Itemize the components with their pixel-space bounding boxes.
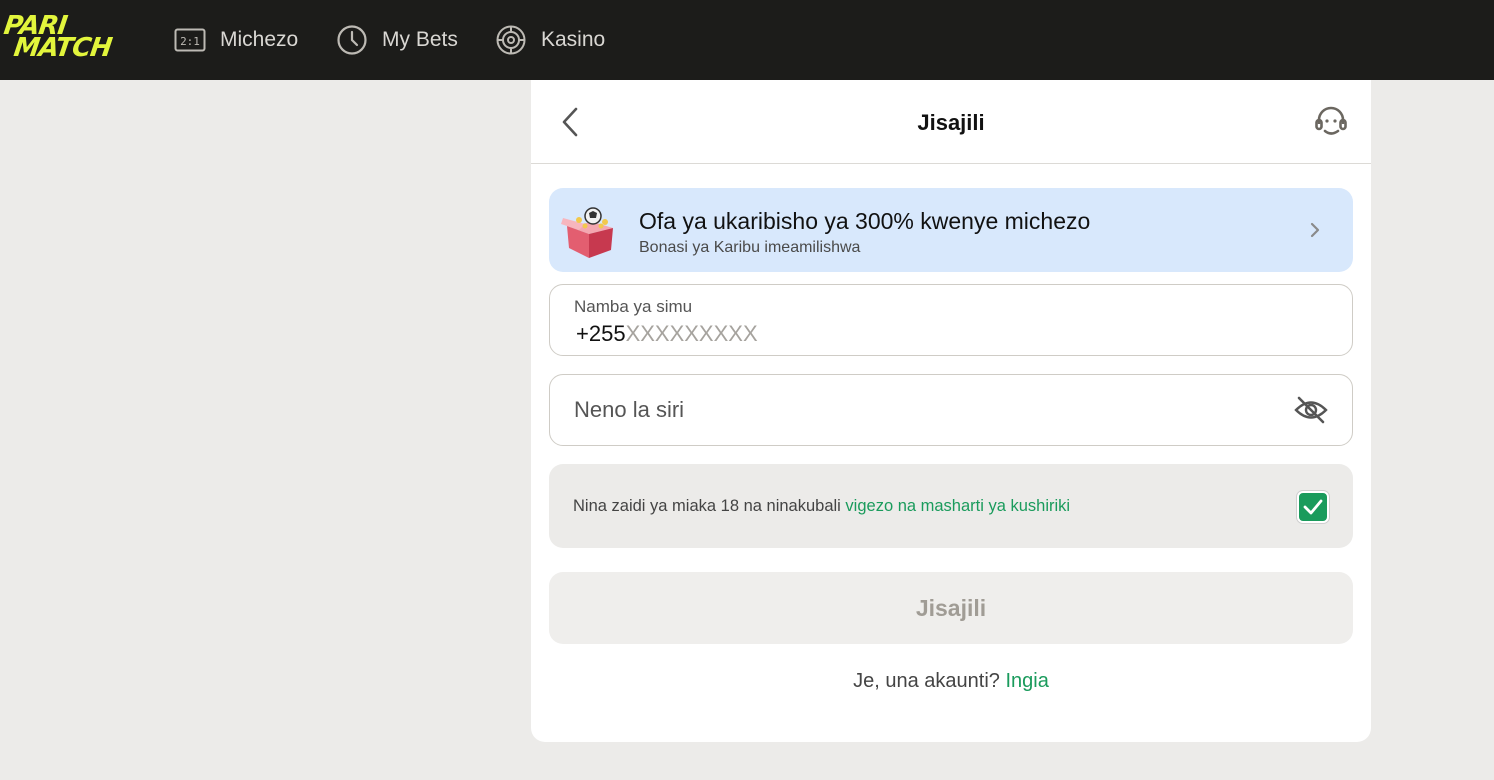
registration-panel: Jisajili Ofa ya ukaribisho ya 300% kweny… [531,80,1371,742]
register-button[interactable]: Jisajili [549,572,1353,644]
chevron-right-icon [1310,222,1320,238]
phone-input-row: +255 [576,321,1226,347]
password-input[interactable] [574,397,1254,423]
nav-label-my-bets: My Bets [382,28,458,51]
logo-text-line2: MATCH [11,33,114,63]
nav-item-my-bets[interactable]: My Bets [336,0,458,80]
terms-consent-row: Nina zaidi ya miaka 18 na ninakubali vig… [549,464,1353,548]
gift-box-icon [561,207,613,258]
score-badge-text: 2:1 [180,35,200,48]
panel-header: Jisajili [531,80,1371,164]
promo-subtitle: Bonasi ya Karibu imeamilishwa [639,239,861,256]
roulette-icon [495,24,527,56]
promo-title: Ofa ya ukaribisho ya 300% kwenye michezo [639,208,1091,234]
terms-statement: Nina zaidi ya miaka 18 na ninakubali [573,497,846,515]
parimatch-logo[interactable]: PARI MATCH [2,11,136,63]
headset-icon [1315,106,1347,135]
page-title: Jisajili [917,110,985,135]
eye-off-icon [1294,396,1328,424]
terms-link[interactable]: vigezo na masharti ya kushiriki [845,497,1070,515]
welcome-offer-banner[interactable]: Ofa ya ukaribisho ya 300% kwenye michezo… [549,188,1353,272]
login-link[interactable]: Ingia [1005,670,1048,692]
phone-field-label: Namba ya simu [574,297,693,316]
nav-label-kasino: Kasino [541,28,606,51]
nav-item-kasino[interactable]: Kasino [495,0,605,80]
top-navbar: PARI MATCH 2:1 Michezo My Bets Kasino [0,0,1494,80]
nav-item-michezo[interactable]: 2:1 Michezo [174,0,298,80]
phone-field[interactable]: Namba ya simu +255 [549,284,1353,356]
toggle-password-visibility-button[interactable] [1292,391,1330,429]
password-field[interactable] [549,374,1353,446]
login-prompt: Je, una akaunti? Ingia [531,670,1371,693]
terms-text: Nina zaidi ya miaka 18 na ninakubali vig… [573,497,1070,516]
scoreboard-icon: 2:1 [174,28,206,52]
login-prompt-text: Je, una akaunti? [853,670,1006,692]
support-button[interactable] [1313,104,1349,140]
nav-label-michezo: Michezo [220,28,299,51]
phone-country-prefix: +255 [576,321,626,346]
terms-checkbox[interactable] [1297,491,1329,523]
phone-input[interactable] [625,321,1226,347]
clock-icon [336,24,368,56]
checkmark-icon [1303,499,1323,515]
